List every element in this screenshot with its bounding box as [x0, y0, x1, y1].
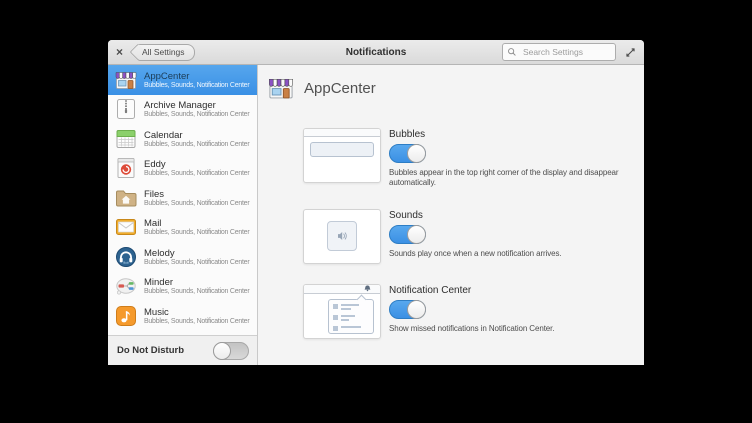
mini-sound-button: [327, 221, 357, 251]
window-body: AppCenter Bubbles, Sounds, Notification …: [108, 65, 644, 365]
mini-notification-item: [333, 326, 373, 331]
notification-center-setting-text: Notification Center Show missed notifica…: [389, 284, 554, 339]
sidebar-item-text: Eddy Bubbles, Sounds, Notification Cente…: [144, 159, 249, 177]
sidebar-item-text: AppCenter Bubbles, Sounds, Notification …: [144, 71, 249, 89]
speaker-icon: [332, 226, 352, 246]
app-subtitle: Bubbles, Sounds, Notification Center: [144, 288, 249, 295]
app-name: Calendar: [144, 130, 249, 141]
sidebar-item-text: Files Bubbles, Sounds, Notification Cent…: [144, 189, 249, 207]
app-name: Melody: [144, 248, 249, 259]
app-subtitle: Bubbles, Sounds, Notification Center: [144, 200, 249, 207]
notification-center-toggle[interactable]: [389, 300, 426, 319]
sounds-description: Sounds play once when a new notification…: [389, 249, 562, 259]
melody-icon: [114, 245, 138, 269]
settings-window: × All Settings Notifications: [108, 40, 644, 365]
appcenter-icon: [114, 68, 138, 92]
appcenter-icon-large: [267, 74, 295, 102]
back-button-label: All Settings: [142, 47, 185, 57]
sounds-preview-illustration: [303, 209, 381, 264]
sounds-toggle[interactable]: [389, 225, 426, 244]
app-name: AppCenter: [144, 71, 249, 82]
mini-bubble: [310, 142, 374, 157]
sidebar-item-music[interactable]: Music Bubbles, Sounds, Notification Cent…: [108, 301, 257, 331]
search-input[interactable]: [521, 46, 611, 58]
sidebar-item-text: Melody Bubbles, Sounds, Notification Cen…: [144, 248, 249, 266]
sidebar-item-melody[interactable]: Melody Bubbles, Sounds, Notification Cen…: [108, 242, 257, 272]
app-name: Mail: [144, 218, 249, 229]
do-not-disturb-bar: Do Not Disturb: [108, 335, 257, 365]
sidebar-item-text: Music Bubbles, Sounds, Notification Cent…: [144, 307, 249, 325]
close-icon[interactable]: ×: [116, 46, 123, 58]
sidebar-item-archive-manager[interactable]: Archive Manager Bubbles, Sounds, Notific…: [108, 95, 257, 125]
app-subtitle: Bubbles, Sounds, Notification Center: [144, 229, 249, 236]
music-icon: [114, 304, 138, 328]
sidebar-item-calendar[interactable]: Calendar Bubbles, Sounds, Notification C…: [108, 124, 257, 154]
app-name: Minder: [144, 277, 249, 288]
app-name: Files: [144, 189, 249, 200]
sidebar-item-text: Archive Manager Bubbles, Sounds, Notific…: [144, 100, 249, 118]
notification-center-label: Notification Center: [389, 285, 554, 296]
app-name: Music: [144, 307, 249, 318]
mini-panel-bar: [304, 129, 380, 137]
mini-notification-popover: [328, 299, 374, 334]
app-subtitle: Bubbles, Sounds, Notification Center: [144, 170, 249, 177]
app-name: Archive Manager: [144, 100, 249, 111]
bubbles-preview-illustration: [303, 128, 381, 183]
toggle-knob: [213, 342, 231, 360]
sounds-setting-row: Sounds Sounds play once when a new notif…: [303, 209, 644, 264]
eddy-icon: [114, 156, 138, 180]
app-sidebar: AppCenter Bubbles, Sounds, Notification …: [108, 65, 258, 365]
app-subtitle: Bubbles, Sounds, Notification Center: [144, 111, 249, 118]
mini-notification-item: [333, 304, 373, 312]
app-subtitle: Bubbles, Sounds, Notification Center: [144, 141, 249, 148]
search-icon: [507, 46, 517, 58]
app-name: Eddy: [144, 159, 249, 170]
archive-manager-icon: [114, 97, 138, 121]
notification-center-setting-row: Notification Center Show missed notifica…: [303, 284, 644, 339]
mini-panel-bar: [304, 285, 380, 294]
sidebar-item-text: Calendar Bubbles, Sounds, Notification C…: [144, 130, 249, 148]
sidebar-item-mail[interactable]: Mail Bubbles, Sounds, Notification Cente…: [108, 213, 257, 243]
app-list: AppCenter Bubbles, Sounds, Notification …: [108, 65, 257, 335]
mail-icon: [114, 215, 138, 239]
sidebar-item-text: Mail Bubbles, Sounds, Notification Cente…: [144, 218, 249, 236]
sounds-setting-text: Sounds Sounds play once when a new notif…: [389, 209, 562, 264]
settings-rows: Bubbles Bubbles appear in the top right …: [303, 128, 644, 339]
calendar-icon: [114, 127, 138, 151]
do-not-disturb-label: Do Not Disturb: [117, 345, 184, 356]
toggle-knob: [407, 300, 426, 319]
do-not-disturb-toggle[interactable]: [213, 342, 249, 360]
bubbles-toggle[interactable]: [389, 144, 426, 163]
app-subtitle: Bubbles, Sounds, Notification Center: [144, 318, 249, 325]
mini-notification-item: [333, 315, 373, 323]
all-settings-back-button[interactable]: All Settings: [137, 44, 195, 61]
toggle-knob: [407, 225, 426, 244]
bubbles-label: Bubbles: [389, 129, 629, 140]
notification-center-description: Show missed notifications in Notificatio…: [389, 324, 554, 334]
notification-center-preview-illustration: [303, 284, 381, 339]
page-title: AppCenter: [304, 80, 376, 97]
app-header: AppCenter: [267, 74, 644, 102]
notification-settings-pane: AppCenter Bubbles Bubbles appear in the …: [258, 65, 644, 365]
sidebar-item-minder[interactable]: Minder Bubbles, Sounds, Notification Cen…: [108, 272, 257, 302]
files-icon: [114, 186, 138, 210]
app-subtitle: Bubbles, Sounds, Notification Center: [144, 82, 249, 89]
minder-icon: [114, 274, 138, 298]
sounds-label: Sounds: [389, 210, 562, 221]
bubbles-setting-text: Bubbles Bubbles appear in the top right …: [389, 128, 629, 189]
bell-icon: [364, 285, 371, 292]
bubbles-description: Bubbles appear in the top right corner o…: [389, 168, 629, 189]
sidebar-item-appcenter[interactable]: AppCenter Bubbles, Sounds, Notification …: [108, 65, 257, 95]
app-subtitle: Bubbles, Sounds, Notification Center: [144, 259, 249, 266]
sidebar-item-files[interactable]: Files Bubbles, Sounds, Notification Cent…: [108, 183, 257, 213]
maximize-icon[interactable]: [625, 47, 636, 58]
titlebar: × All Settings Notifications: [108, 40, 644, 65]
search-field[interactable]: [502, 43, 616, 61]
toggle-knob: [407, 144, 426, 163]
sidebar-item-eddy[interactable]: Eddy Bubbles, Sounds, Notification Cente…: [108, 154, 257, 184]
sidebar-item-text: Minder Bubbles, Sounds, Notification Cen…: [144, 277, 249, 295]
bubbles-setting-row: Bubbles Bubbles appear in the top right …: [303, 128, 644, 189]
